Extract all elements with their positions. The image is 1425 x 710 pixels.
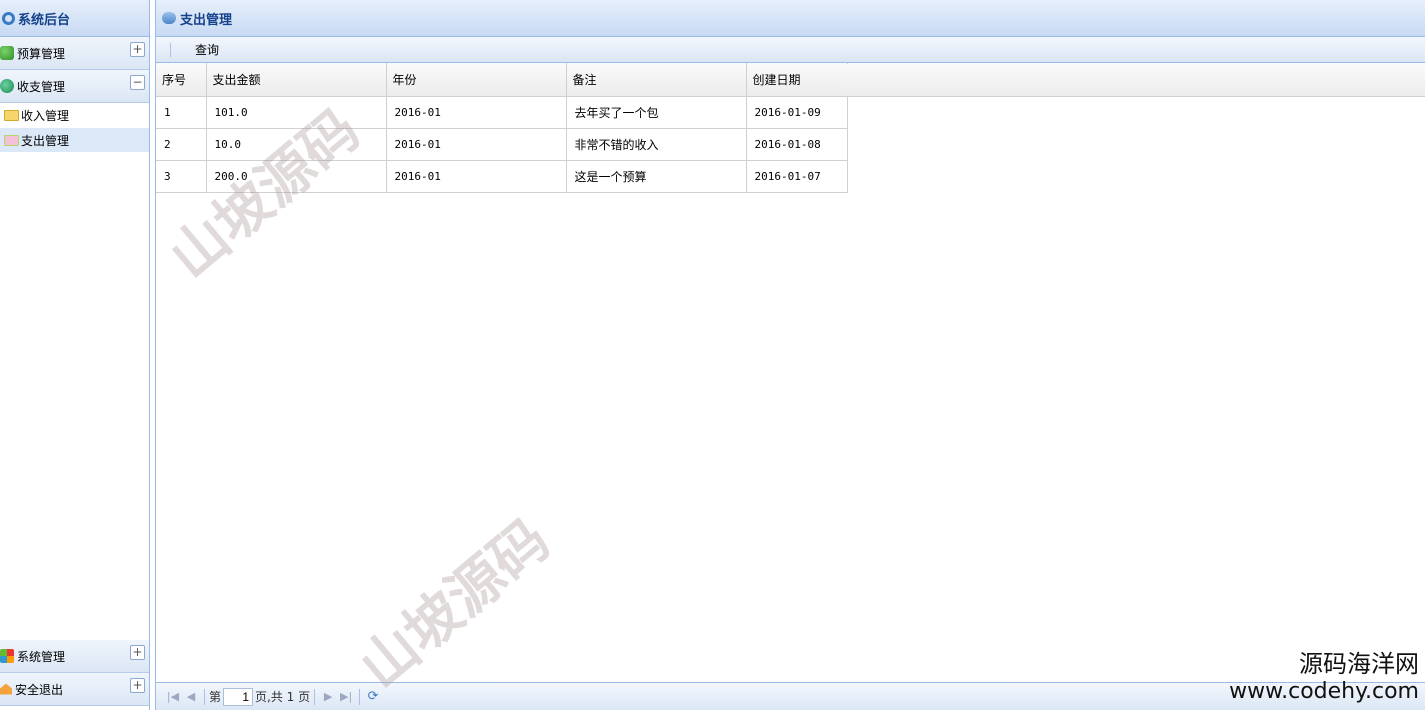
pager-separator [359, 688, 361, 705]
menu-tree: 收入管理 支出管理 [0, 103, 149, 640]
accordion-income-expense-management[interactable]: 收支管理 − [0, 70, 149, 103]
cell-created-date: 2016-01-09 [746, 96, 848, 129]
cell-created-date: 2016-01-07 [746, 160, 848, 193]
cell-remark: 去年买了一个包 [566, 96, 747, 129]
page-prefix-label: 第 [209, 690, 222, 704]
table-row[interactable]: 1 101.0 2016-01 去年买了一个包 2016-01-09 [156, 96, 848, 129]
budget-icon [0, 46, 14, 60]
cell-index: 1 [156, 96, 207, 129]
query-button[interactable]: 查询 [195, 41, 219, 58]
gear-icon [2, 11, 15, 25]
collapse-button[interactable]: − [130, 75, 145, 90]
column-header-remark[interactable]: 备注 [566, 63, 747, 97]
cell-amount: 101.0 [206, 96, 387, 129]
expense-grid: 序号 支出金额 年份 备注 创建日期 1 101.0 2016-01 去年买了一… [156, 63, 848, 193]
toolbar-separator [170, 42, 171, 57]
page-total-label: 页,共 1 页 [255, 690, 311, 704]
cell-remark: 非常不错的收入 [566, 128, 747, 161]
folder-icon [4, 109, 19, 121]
accordion-budget-management[interactable]: 预算管理 + [0, 37, 149, 70]
refresh-icon[interactable]: ⟳ [364, 689, 382, 704]
expand-button[interactable]: + [130, 678, 145, 693]
pager-separator [314, 688, 316, 705]
folder-icon [4, 134, 19, 146]
cell-index: 3 [156, 160, 207, 193]
main-panel: 支出管理 查询 序号 支出金额 年份 备注 创建日期 1 101.0 2016-… [155, 0, 1425, 710]
cell-amount: 10.0 [206, 128, 387, 161]
column-header-amount[interactable]: 支出金额 [206, 63, 387, 97]
expand-button[interactable]: + [130, 42, 145, 57]
sidebar-title: 系统后台 [0, 0, 149, 37]
column-header-year[interactable]: 年份 [386, 63, 567, 97]
accordion-logout[interactable]: 安全退出 + [0, 673, 149, 706]
panel-icon [162, 12, 176, 24]
page-number-input[interactable] [223, 687, 254, 706]
next-page-icon[interactable]: ▶ [319, 690, 337, 703]
cell-amount: 200.0 [206, 160, 387, 193]
expand-button[interactable]: + [130, 645, 145, 660]
pagination-bar: |◀ ◀ 第 页,共 1 页 ▶ ▶| ⟳ [156, 682, 1425, 710]
tree-item-expense-management[interactable]: 支出管理 [0, 128, 149, 153]
table-row[interactable]: 2 10.0 2016-01 非常不错的收入 2016-01-08 [156, 128, 848, 161]
last-page-icon[interactable]: ▶| [337, 690, 355, 703]
cell-remark: 这是一个预算 [566, 160, 747, 193]
sidebar: 系统后台 预算管理 + 收支管理 − 收入管理 支出管理 系统管理 + 安全退出… [0, 0, 150, 710]
home-icon [0, 683, 12, 695]
panel-title: 支出管理 [156, 0, 1425, 37]
system-icon [0, 649, 14, 663]
toolbar: 查询 [156, 37, 1425, 63]
table-row[interactable]: 3 200.0 2016-01 这是一个预算 2016-01-07 [156, 160, 848, 193]
cell-index: 2 [156, 128, 207, 161]
accordion-system-management[interactable]: 系统管理 + [0, 640, 149, 673]
cell-created-date: 2016-01-08 [746, 128, 848, 161]
cell-year: 2016-01 [386, 128, 567, 161]
column-header-index[interactable]: 序号 [156, 63, 207, 97]
grid-header-filler [847, 64, 1425, 97]
cell-year: 2016-01 [386, 96, 567, 129]
pager-separator [204, 688, 205, 705]
tree-item-income-management[interactable]: 收入管理 [0, 103, 149, 128]
first-page-icon[interactable]: |◀ [164, 690, 182, 703]
prev-page-icon[interactable]: ◀ [182, 690, 200, 703]
cell-year: 2016-01 [386, 160, 567, 193]
grid-header-row: 序号 支出金额 年份 备注 创建日期 [156, 63, 848, 97]
money-icon [0, 79, 14, 93]
column-header-created-date[interactable]: 创建日期 [746, 63, 848, 97]
